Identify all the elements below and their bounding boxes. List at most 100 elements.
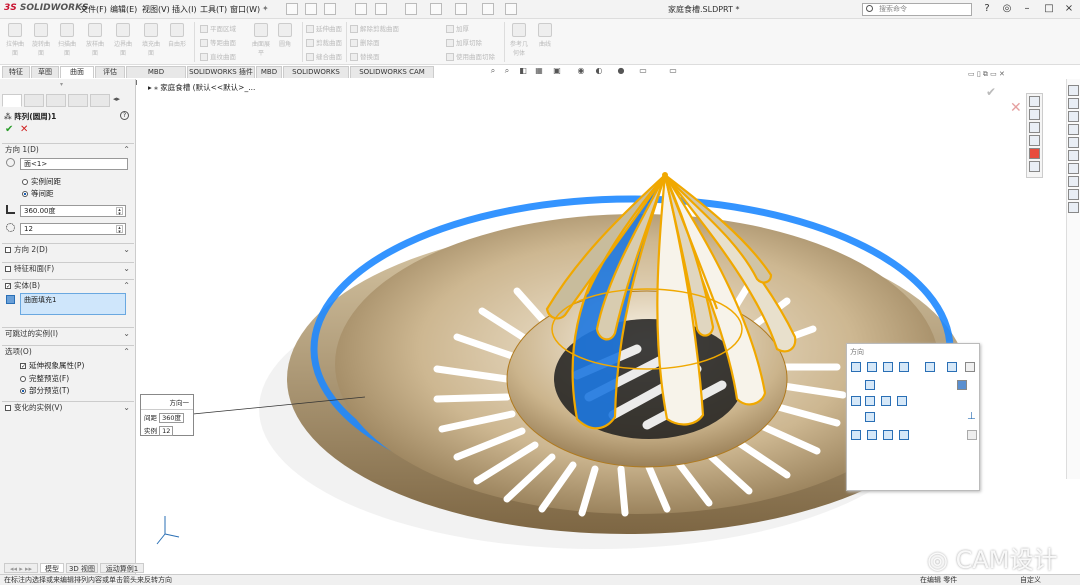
curves-button[interactable]: 曲线 <box>534 23 556 48</box>
maximize-button[interactable]: □ <box>1042 2 1056 16</box>
rotate-axis-icon[interactable] <box>6 158 15 167</box>
tab-addins[interactable]: SOLIDWORKS 插件 <box>187 66 255 78</box>
propagate-visual-option[interactable]: ✓ 延伸视象属性(P) <box>20 360 84 371</box>
close-button[interactable]: × <box>1062 2 1076 16</box>
hide-show-icon[interactable]: ◐ <box>594 66 604 76</box>
viewport-window-controls[interactable]: ▭ ▯ ⧉ ▭ ✕ <box>968 70 1005 79</box>
knit-surface-button[interactable]: 缝合曲面 <box>306 51 342 61</box>
left-view-icon[interactable] <box>851 396 861 406</box>
save-icon[interactable] <box>355 3 367 15</box>
search-input[interactable]: 搜索命令 <box>862 3 972 16</box>
configuration-manager-tab[interactable] <box>46 94 66 107</box>
select-icon[interactable] <box>455 3 467 15</box>
full-preview-option[interactable]: 完整预览(F) <box>20 373 69 384</box>
display-manager-tab[interactable] <box>90 94 110 107</box>
update-standard-views-icon[interactable] <box>899 362 909 372</box>
callout-count-field[interactable]: 12 <box>159 426 174 436</box>
file-explorer-icon[interactable] <box>1029 122 1040 133</box>
side-tool-7-icon[interactable] <box>1068 163 1079 174</box>
instance-count-field[interactable]: 12 ▴ ▾ <box>20 223 126 235</box>
angle-field[interactable]: 360.00度 ▴ ▾ <box>20 205 126 217</box>
side-tool-9-icon[interactable] <box>1068 189 1079 200</box>
front-view-icon[interactable] <box>865 396 875 406</box>
align-view-icon[interactable] <box>867 362 877 372</box>
replace-face-button[interactable]: 替换面 <box>350 51 380 61</box>
view-settings-icon[interactable]: ▭ <box>668 66 678 76</box>
menu-tools[interactable]: 工具(T) <box>200 4 227 15</box>
four-view-icon[interactable] <box>899 430 909 440</box>
part-model-view[interactable] <box>137 79 1080 574</box>
right-view-icon[interactable] <box>881 396 891 406</box>
section-view-icon[interactable]: ▦ <box>534 66 544 76</box>
confirm-ok-icon[interactable]: ✔ <box>986 85 996 99</box>
top-view-icon[interactable] <box>865 380 875 390</box>
confirm-cancel-icon[interactable]: ✕ <box>1010 100 1022 116</box>
side-tool-6-icon[interactable] <box>1068 150 1079 161</box>
tab-sketch[interactable]: 草图 <box>31 66 59 78</box>
menu-edit[interactable]: 编辑(E) <box>110 4 137 15</box>
loft-surface-button[interactable]: 放样曲面 <box>84 23 106 57</box>
back-view-icon[interactable] <box>897 396 907 406</box>
equal-spacing-option[interactable]: 等间距 <box>22 188 54 199</box>
undo-icon[interactable] <box>405 3 417 15</box>
design-library-icon[interactable] <box>1029 109 1040 120</box>
side-tool-3-icon[interactable] <box>1068 111 1079 122</box>
minimize-button[interactable]: – <box>1020 2 1034 16</box>
menu-file[interactable]: 文件(F) <box>80 4 107 15</box>
panel-scroll-arrows[interactable]: ◂▸ <box>113 95 120 103</box>
feature-tree-flyout[interactable]: ▸ ⁎ 家庭食槽 (默认<<默认>_... <box>148 82 255 93</box>
appearance-icon[interactable]: ● <box>616 66 626 76</box>
redo-icon[interactable] <box>430 3 442 15</box>
units-status[interactable]: 自定义 <box>1020 575 1041 585</box>
bodies-selection-box[interactable]: 曲面填充1 <box>20 293 126 315</box>
cube-view-icon[interactable] <box>947 362 957 372</box>
two-view-vertical-icon[interactable] <box>883 430 893 440</box>
tab-3d-views[interactable]: 3D 视图 <box>66 563 98 573</box>
normal-to-icon[interactable] <box>851 362 861 372</box>
surface-flatten-button[interactable]: 曲面展平 <box>250 23 272 57</box>
bottom-view-icon[interactable] <box>865 412 875 422</box>
fill-surface-button[interactable]: 填充曲面 <box>140 23 162 57</box>
side-tool-8-icon[interactable] <box>1068 176 1079 187</box>
sweep-surface-button[interactable]: 扫描曲面 <box>56 23 78 57</box>
two-view-horizontal-icon[interactable] <box>867 430 877 440</box>
pattern-callout[interactable]: 方向一 间距 360度 实例 12 <box>140 394 194 436</box>
menu-view[interactable]: 视图(V) <box>142 4 170 15</box>
skip-instances-section[interactable]: 可跳过的实例(I) ⌄ <box>2 327 134 339</box>
rebuild-icon[interactable] <box>482 3 494 15</box>
offset-surface-button[interactable]: 等距曲面 <box>200 37 236 47</box>
ruled-surface-button[interactable]: 直纹曲面 <box>200 51 236 61</box>
surface-cut-button[interactable]: 使用曲面切除 <box>446 51 495 61</box>
zoom-area-icon[interactable]: ⌕ <box>502 66 512 76</box>
view-selector-icon[interactable] <box>883 362 893 372</box>
appearances-icon[interactable] <box>1029 148 1040 159</box>
partial-preview-option[interactable]: 部分预览(T) <box>20 385 69 396</box>
extrude-surface-button[interactable]: 拉伸曲面 <box>4 23 26 57</box>
help-icon[interactable]: ? <box>980 2 994 16</box>
axis-icon[interactable]: ⊥ <box>967 412 977 422</box>
open-icon[interactable] <box>324 3 336 15</box>
scene-icon[interactable]: ▭ <box>638 66 648 76</box>
direction-reference-field[interactable]: 面<1> <box>20 158 128 170</box>
fillet-button[interactable]: 圆角 <box>274 23 296 48</box>
tab-nav-arrows[interactable]: ◂◂ ▸ ▸▸ <box>4 563 38 573</box>
planar-surface-button[interactable]: 平面区域 <box>200 23 236 33</box>
callout-spacing-field[interactable]: 360度 <box>159 413 184 423</box>
tab-mbd-dimensions[interactable]: MBD Dimensions <box>126 66 186 87</box>
dimetric-icon[interactable] <box>957 380 967 390</box>
print-icon[interactable] <box>375 3 387 15</box>
untrim-surface-button[interactable]: 解除剪裁曲面 <box>350 23 399 33</box>
ok-button[interactable]: ✔ <box>5 124 13 135</box>
bodies-section[interactable]: ✓ 实体(B) ⌃ <box>2 279 134 291</box>
splitter-handle[interactable]: ▾ <box>60 81 63 88</box>
home-pane-icon[interactable] <box>1029 96 1040 107</box>
side-tool-10-icon[interactable] <box>1068 202 1079 213</box>
direction1-section[interactable]: 方向 1(D) ⌃ <box>2 143 134 155</box>
boundary-surface-button[interactable]: 边界曲面 <box>112 23 134 57</box>
revolve-surface-button[interactable]: 旋转曲面 <box>30 23 52 57</box>
tab-surfaces[interactable]: 曲面 <box>60 66 94 78</box>
zoom-fit-icon[interactable]: ⌕ <box>488 66 498 76</box>
home-icon[interactable] <box>286 3 298 15</box>
trim-surface-button[interactable]: 剪裁曲面 <box>306 37 342 47</box>
extend-surface-button[interactable]: 延伸曲面 <box>306 23 342 33</box>
